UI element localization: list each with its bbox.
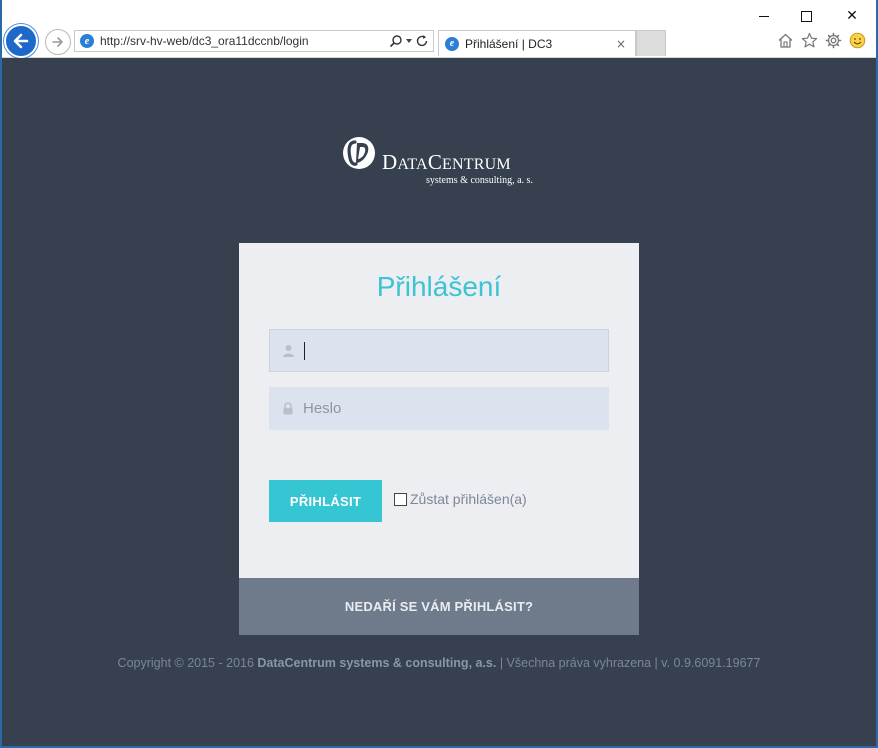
window-frame-left bbox=[0, 0, 2, 748]
forward-button[interactable] bbox=[45, 29, 71, 55]
smiley-icon bbox=[849, 32, 866, 49]
address-bar[interactable]: e http://srv-hv-web/dc3_ora11dccnb/login bbox=[74, 30, 434, 52]
login-help-label[interactable]: NEDAŘÍ SE VÁM PŘIHLÁSIT? bbox=[345, 599, 533, 614]
new-tab-button[interactable] bbox=[636, 30, 666, 56]
logo-letters-ata: ATA bbox=[397, 156, 428, 173]
username-input[interactable] bbox=[305, 330, 608, 371]
feedback-button[interactable] bbox=[848, 31, 867, 50]
login-title: Přihlášení bbox=[376, 271, 502, 302]
back-arrow-icon bbox=[13, 33, 29, 49]
maximize-button[interactable] bbox=[788, 4, 824, 28]
password-field[interactable] bbox=[269, 387, 609, 430]
tab-active[interactable]: e Přihlášení | DC3 × bbox=[438, 30, 636, 56]
user-icon bbox=[281, 344, 295, 358]
footer-rights-version: | Všechna práva vyhrazena | v. 0.9.6091.… bbox=[496, 656, 761, 670]
logo-letter-d: D bbox=[382, 150, 398, 174]
ie-page-icon: e bbox=[80, 34, 94, 48]
gear-icon bbox=[825, 32, 842, 49]
logo-wordmark: DATACENTRUM bbox=[382, 150, 511, 175]
home-icon bbox=[778, 33, 793, 48]
back-button[interactable] bbox=[4, 24, 38, 58]
login-page: DATACENTRUM systems & consulting, a. s. … bbox=[2, 58, 876, 746]
logo-letter-c: C bbox=[427, 150, 443, 174]
remember-me-checkbox[interactable] bbox=[394, 492, 407, 506]
tab-title: Přihlášení | DC3 bbox=[465, 36, 553, 51]
remember-me-label[interactable]: Zůstat přihlášen(a) bbox=[410, 491, 527, 507]
logo-subtitle: systems & consulting, a. s. bbox=[426, 175, 533, 186]
remember-me[interactable]: Zůstat přihlášen(a) bbox=[394, 491, 527, 507]
refresh-icon[interactable] bbox=[415, 34, 429, 48]
browser-chrome: ✕ e http://srv-hv-web/dc3_ora11dccnb/log… bbox=[0, 0, 878, 58]
datacentrum-logo-icon bbox=[343, 137, 375, 169]
settings-button[interactable] bbox=[824, 31, 843, 50]
toolbar-icons bbox=[776, 31, 867, 50]
footer: Copyright © 2015 - 2016 DataCentrum syst… bbox=[2, 656, 876, 670]
star-icon bbox=[801, 32, 818, 48]
login-card: Přihlášení PŘIHLÁSIT Zůstat přihlášen(a)… bbox=[239, 243, 639, 635]
login-button[interactable]: PŘIHLÁSIT bbox=[269, 480, 382, 522]
forward-arrow-icon bbox=[52, 37, 63, 47]
username-field[interactable] bbox=[269, 329, 609, 372]
login-help-link[interactable]: NEDAŘÍ SE VÁM PŘIHLÁSIT? bbox=[239, 578, 639, 635]
tab-close-button[interactable]: × bbox=[613, 36, 629, 52]
address-tools bbox=[389, 34, 433, 48]
logo-letters-entrum: ENTRUM bbox=[442, 156, 511, 173]
dropdown-arrow-icon[interactable] bbox=[405, 37, 413, 45]
close-window-button[interactable]: ✕ bbox=[834, 4, 870, 28]
address-url[interactable]: http://srv-hv-web/dc3_ora11dccnb/login bbox=[100, 34, 389, 48]
password-input[interactable] bbox=[303, 388, 608, 429]
footer-copyright: Copyright © 2015 - 2016 bbox=[117, 656, 258, 670]
favorites-button[interactable] bbox=[800, 31, 819, 50]
footer-company: DataCentrum systems & consulting, a.s. bbox=[257, 656, 497, 670]
datacentrum-logo: DATACENTRUM systems & consulting, a. s. bbox=[340, 134, 550, 190]
tab-ie-icon: e bbox=[445, 36, 459, 51]
minimize-button[interactable] bbox=[746, 4, 782, 28]
search-icon[interactable] bbox=[389, 34, 403, 48]
lock-icon bbox=[281, 402, 295, 416]
home-button[interactable] bbox=[776, 31, 795, 50]
